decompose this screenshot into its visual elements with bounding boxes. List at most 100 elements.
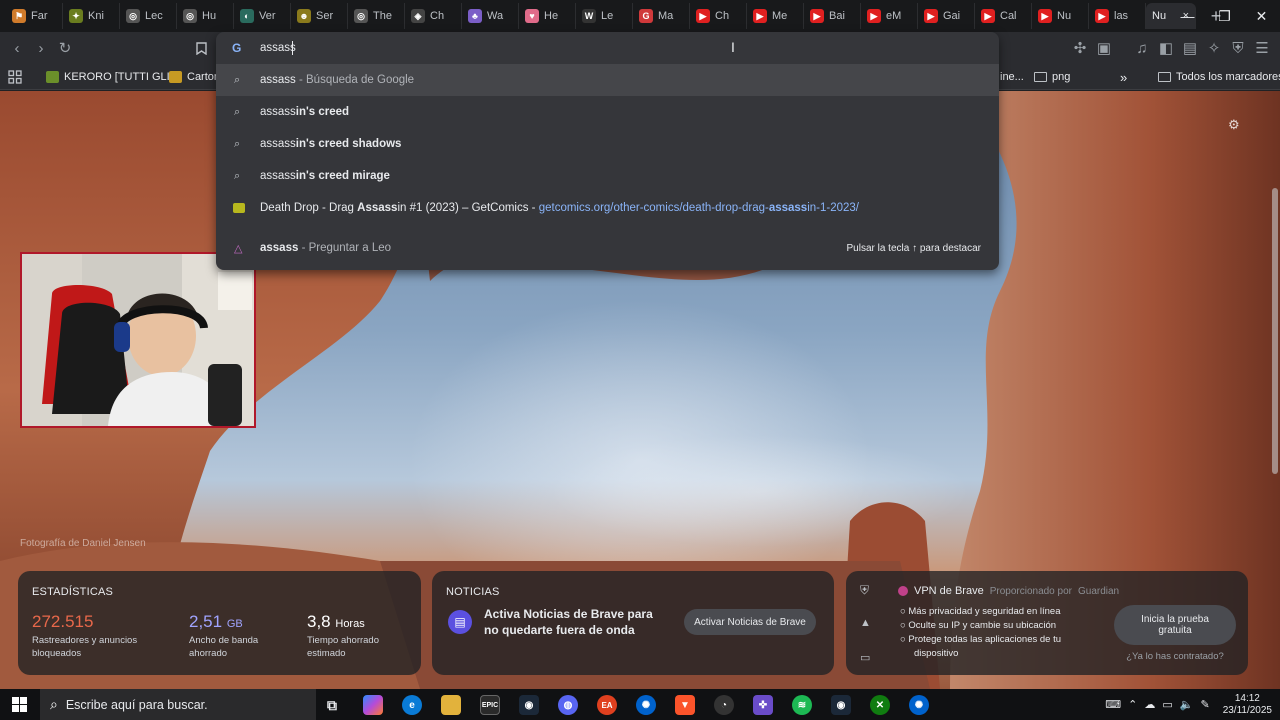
tab[interactable]: G Ma: [633, 3, 690, 29]
tab[interactable]: ◈ Ch: [405, 3, 462, 29]
xbox-icon[interactable]: ✕: [870, 695, 890, 715]
photo-credit[interactable]: Fotografía de Daniel Jensen: [20, 538, 146, 549]
bookmark-icon[interactable]: [192, 39, 210, 57]
history-title-rest: in #1 (2023) – GetComics -: [397, 202, 539, 214]
epic-games-icon[interactable]: EPIC: [480, 695, 500, 715]
battlenet-icon[interactable]: ✺: [636, 695, 656, 715]
vpn-already-link[interactable]: ¿Ya lo has contratado?: [1114, 651, 1236, 662]
all-bookmarks-folder[interactable]: Todos los marcadores: [1158, 69, 1280, 85]
tab-list: ⚑ Far ✦ Kni ◎ Lec ◎ Hu ◐ Ver ☻ Ser ◎ The ◈ Ch ♣ Wa ♥ He W Le G…: [0, 0, 1228, 32]
taskbar-search[interactable]: ⌕ Escribe aquí para buscar.: [40, 689, 316, 720]
bookmark-item[interactable]: Carton: [169, 69, 220, 85]
screenshot-icon[interactable]: ▣: [1095, 39, 1113, 57]
bandwidth-stat: 2,51 GB Ancho de banda ahorrado: [189, 612, 279, 660]
more-bookmarks-button[interactable]: »: [1120, 69, 1127, 85]
tab[interactable]: ▶ eM: [861, 3, 918, 29]
bookmark-item[interactable]: ine...: [1000, 69, 1024, 85]
obs-icon[interactable]: ◔: [714, 695, 734, 715]
ethernet-icon[interactable]: ▭: [1162, 698, 1172, 711]
vpn-title: VPN de Brave: [914, 585, 984, 597]
tab-favicon-icon: ◎: [126, 9, 140, 23]
scrollbar[interactable]: [1272, 188, 1278, 474]
forward-icon[interactable]: ›: [32, 39, 50, 57]
tab[interactable]: ▶ Ch: [690, 3, 747, 29]
extensions-icon[interactable]: ✣: [1071, 39, 1089, 57]
tab[interactable]: ▶ Nu: [1032, 3, 1089, 29]
gamepad-icon[interactable]: ✜: [753, 695, 773, 715]
tab[interactable]: W Le: [576, 3, 633, 29]
task-view-icon[interactable]: ⧉: [322, 695, 342, 715]
tab[interactable]: ▶ Gai: [918, 3, 975, 29]
tab[interactable]: ◎ The: [348, 3, 405, 29]
discord-icon[interactable]: ◍: [558, 695, 578, 715]
copilot-icon[interactable]: [363, 695, 383, 715]
tab[interactable]: ☻ Ser: [291, 3, 348, 29]
ask-leo-suggestion[interactable]: △ assass - Preguntar a Leo Pulsar la tec…: [216, 232, 999, 264]
battlenet-icon[interactable]: ✺: [909, 695, 929, 715]
tab-label: Ser: [316, 10, 334, 22]
steam-icon[interactable]: ◉: [519, 695, 539, 715]
tab-favicon-icon: ⚑: [12, 9, 26, 23]
activate-news-button[interactable]: Activar Noticias de Brave: [684, 609, 816, 635]
network-status-icon[interactable]: ☁: [1144, 698, 1155, 711]
history-suggestion[interactable]: Death Drop - Drag Assassin #1 (2023) – G…: [216, 192, 999, 224]
suggestion-item[interactable]: ⌕ assass - Búsqueda de Google: [216, 64, 999, 96]
tab-favicon-icon: ◎: [183, 9, 197, 23]
steam-icon[interactable]: ◉: [831, 695, 851, 715]
tab[interactable]: ▶ Cal: [975, 3, 1032, 29]
brave-icon[interactable]: ▼: [675, 695, 695, 715]
tab-favicon-icon: ☻: [297, 9, 311, 23]
address-input[interactable]: assass: [260, 42, 296, 54]
vpn-shield-icon[interactable]: ⛨: [1229, 39, 1247, 57]
suggestion-suffix: - Búsqueda de Google: [295, 74, 415, 86]
vpn-settings-icon[interactable]: ⛨: [860, 583, 869, 598]
volume-icon[interactable]: 🔈: [1180, 698, 1194, 711]
bookmark-folder[interactable]: png: [1034, 69, 1070, 85]
tab-label: The: [373, 10, 392, 22]
sidebar-icon[interactable]: ◧: [1157, 39, 1175, 57]
leo-icon: △: [234, 242, 243, 255]
reload-icon[interactable]: ↻: [56, 39, 74, 57]
tab[interactable]: ▶ Bai: [804, 3, 861, 29]
vpn-header: VPN de Brave Proporcionado por Guardian: [898, 585, 1119, 597]
spotify-icon[interactable]: ≋: [792, 695, 812, 715]
tab-label: Lec: [145, 10, 163, 22]
tab[interactable]: ♣ Wa: [462, 3, 519, 29]
address-bar[interactable]: G assass: [216, 32, 999, 64]
tab-label: Me: [772, 10, 788, 22]
bookmark-item[interactable]: KERORO [TUTTI GLI...: [46, 69, 179, 85]
tab[interactable]: ▶ Me: [747, 3, 804, 29]
suggestion-item[interactable]: ⌕ assassin's creed: [216, 96, 999, 128]
tab[interactable]: ⚑ Far: [6, 3, 63, 29]
webcam-overlay: [20, 252, 256, 428]
leo-icon[interactable]: ✧: [1205, 39, 1223, 57]
tab[interactable]: ✦ Kni: [63, 3, 120, 29]
tab[interactable]: ◎ Hu: [177, 3, 234, 29]
minimize-button[interactable]: —: [1169, 0, 1206, 32]
chevron-up-icon[interactable]: ⌃: [1128, 698, 1137, 711]
close-window-button[interactable]: ✕: [1243, 0, 1280, 32]
taskbar-search-input[interactable]: Escribe aquí para buscar.: [66, 698, 208, 712]
keyboard-icon[interactable]: ⌨: [1105, 698, 1121, 711]
vpn-trial-button[interactable]: Inicia la prueba gratuita: [1114, 605, 1236, 645]
menu-icon[interactable]: ☰: [1253, 39, 1271, 57]
wallet-icon[interactable]: ▤: [1181, 39, 1199, 57]
vpn-sponsor-name: Guardian: [1077, 585, 1120, 597]
clock[interactable]: 14:12 23/11/2025: [1223, 693, 1272, 717]
suggestion-item[interactable]: ⌕ assassin's creed mirage: [216, 160, 999, 192]
back-icon[interactable]: ‹: [8, 39, 26, 57]
tab[interactable]: ◎ Lec: [120, 3, 177, 29]
windows-start-icon[interactable]: [12, 697, 27, 712]
file-explorer-icon[interactable]: [441, 695, 461, 715]
edge-icon[interactable]: e: [402, 695, 422, 715]
maximize-button[interactable]: ❐: [1206, 0, 1243, 32]
ea-icon[interactable]: EA: [597, 695, 617, 715]
tab[interactable]: ▶ las: [1089, 3, 1146, 29]
settings-gear-icon[interactable]: ⚙: [1228, 117, 1240, 133]
apps-icon[interactable]: [8, 69, 22, 85]
tab[interactable]: ◐ Ver: [234, 3, 291, 29]
suggestion-item[interactable]: ⌕ assassin's creed shadows: [216, 128, 999, 160]
tab[interactable]: ♥ He: [519, 3, 576, 29]
pen-icon[interactable]: ✎: [1200, 698, 1209, 711]
music-icon[interactable]: ♫: [1133, 39, 1151, 57]
